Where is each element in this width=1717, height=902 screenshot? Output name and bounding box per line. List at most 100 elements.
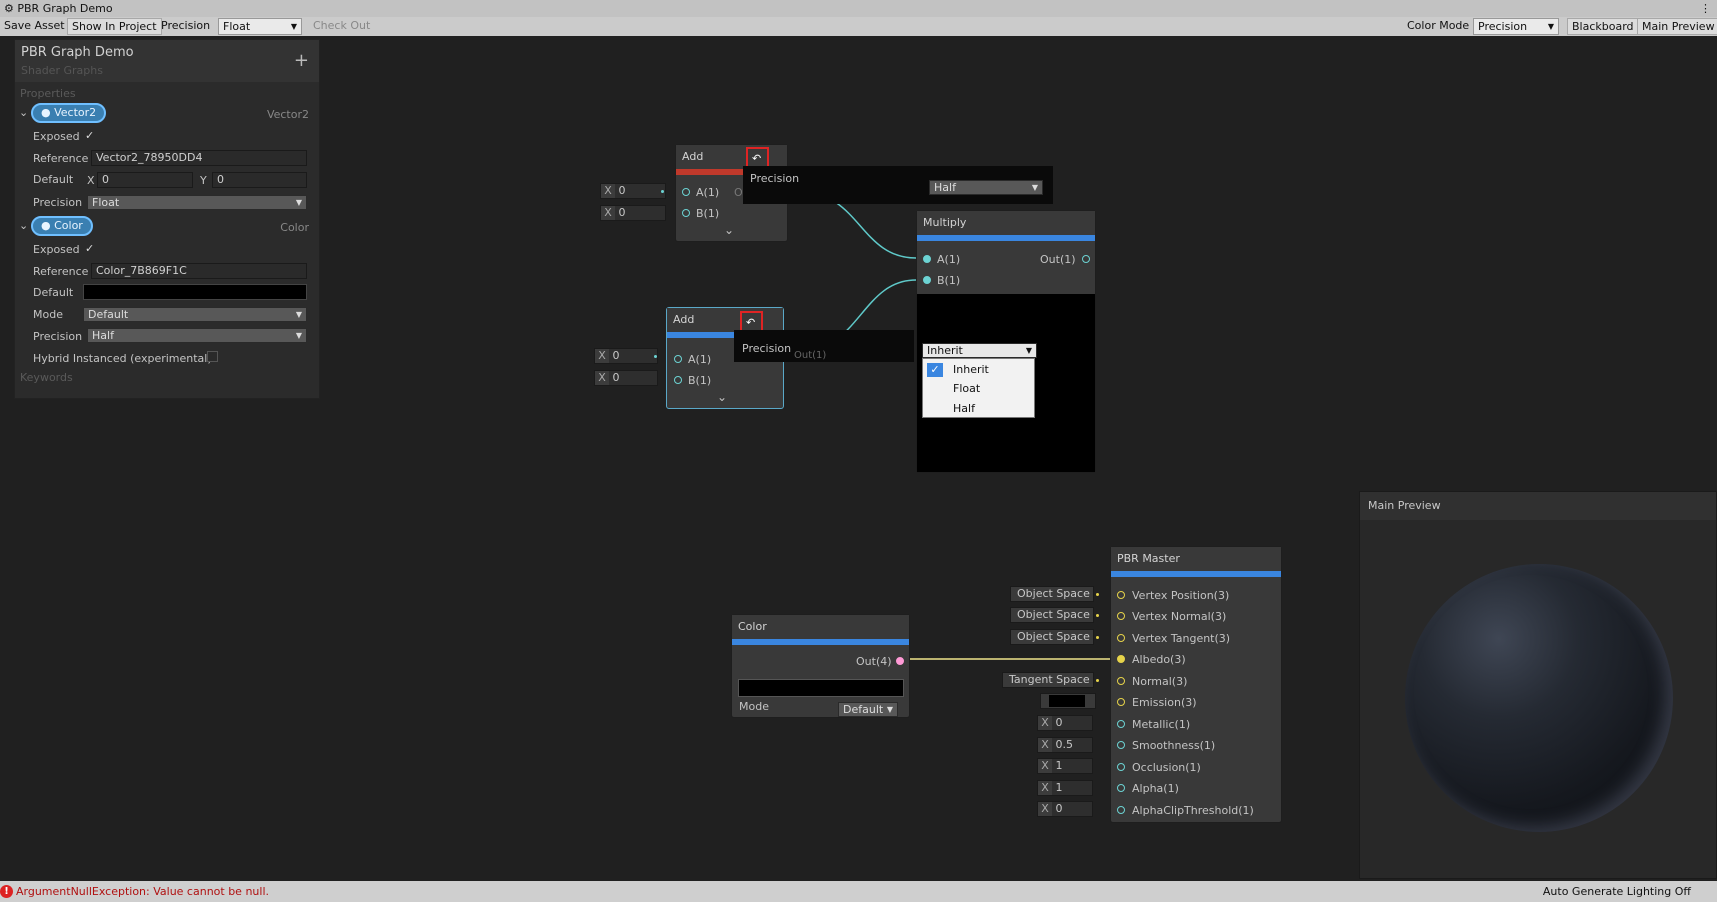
connector-dot [661, 190, 664, 193]
output-port[interactable] [1082, 255, 1090, 263]
vertex-normal-space[interactable]: Object Space [1010, 607, 1094, 623]
input-field-a[interactable]: X 0 [600, 183, 666, 199]
emission-color-swatch[interactable] [1049, 695, 1085, 707]
connector-dot [1096, 636, 1099, 639]
input-port-a[interactable] [682, 188, 690, 196]
input-port-a[interactable] [674, 355, 682, 363]
input-port[interactable] [1117, 677, 1125, 685]
port-label-vertex-position: Vertex Position(3) [1132, 589, 1230, 602]
connector-dot [1096, 679, 1099, 682]
metallic-field[interactable]: X 0 [1037, 715, 1093, 731]
precision-color-bar [1111, 571, 1281, 577]
precision-label: Precision [33, 330, 83, 343]
precision-dropdown[interactable]: Inherit ▼ [922, 343, 1037, 358]
multiply-node[interactable]: Multiply A(1) B(1) Out(1) Inherit ▼ ✓ Inh… [916, 210, 1096, 473]
input-port[interactable] [1117, 784, 1125, 792]
output-port[interactable] [896, 657, 904, 665]
mode-dropdown[interactable]: Default ▼ [838, 702, 898, 717]
input-port-b[interactable] [923, 276, 931, 284]
port-label-a: A(1) [696, 186, 720, 199]
node-title: PBR Master [1111, 547, 1281, 571]
exposed-checkbox[interactable]: ✓ [85, 242, 94, 255]
vertex-position-space[interactable]: Object Space [1010, 586, 1094, 602]
add-property-icon[interactable]: + [294, 50, 309, 71]
port-label-vertex-normal: Vertex Normal(3) [1132, 610, 1227, 623]
default-y-field[interactable]: 0 [212, 172, 307, 188]
input-port[interactable] [1117, 591, 1125, 599]
input-field-b[interactable]: X 0 [594, 370, 658, 386]
mode-dropdown[interactable]: Default ▼ [83, 307, 307, 322]
precision-label: Precision [742, 342, 792, 355]
port-label-a: A(1) [688, 353, 712, 366]
chevron-down-icon: ▼ [295, 310, 302, 319]
emission-input[interactable] [1040, 693, 1096, 709]
vector2-property-pill[interactable]: ● Vector2 [31, 103, 107, 123]
vector2-precision-dropdown[interactable]: Float ▼ [87, 195, 307, 210]
collapse-chevron-icon[interactable]: ⌄ [717, 390, 727, 404]
alpha-field[interactable]: X 1 [1037, 780, 1093, 796]
error-message[interactable]: ArgumentNullException: Value cannot be n… [16, 881, 269, 902]
chevron-down-icon: ▼ [295, 198, 302, 207]
port-label-albedo: Albedo(3) [1132, 653, 1186, 666]
blackboard-panel: PBR Graph Demo Shader Graphs + Propertie… [14, 39, 320, 399]
precision-color-bar [732, 639, 909, 645]
menu-item-float[interactable]: Float [953, 382, 980, 395]
precision-dropdown[interactable]: Half ▼ [929, 180, 1043, 195]
port-label-emission: Emission(3) [1132, 696, 1197, 709]
occlusion-field[interactable]: X 1 [1037, 758, 1093, 774]
input-port[interactable] [1117, 720, 1125, 728]
collapse-chevron-icon[interactable]: ⌄ [724, 223, 734, 237]
input-port[interactable] [1117, 612, 1125, 620]
input-field-b[interactable]: X 0 [600, 205, 666, 221]
input-port-a[interactable] [923, 255, 931, 263]
port-label-alpha-clip: AlphaClipThreshold(1) [1132, 804, 1254, 817]
precision-toggle-icon[interactable]: ↶ [752, 152, 761, 165]
reference-field[interactable]: Color_7B869F1C [91, 263, 307, 279]
input-port-b[interactable] [674, 376, 682, 384]
port-label-b: B(1) [696, 207, 720, 220]
alpha-clip-field[interactable]: X 0 [1037, 801, 1093, 817]
precision-label: Precision [750, 172, 800, 185]
input-port-b[interactable] [682, 209, 690, 217]
preview-sphere[interactable] [1405, 564, 1673, 832]
input-port[interactable] [1117, 655, 1125, 663]
pbr-master-node[interactable]: PBR Master Vertex Position(3) Vertex Nor… [1110, 546, 1282, 823]
reference-label: Reference [33, 152, 89, 165]
menu-item-half[interactable]: Half [953, 402, 975, 415]
input-port[interactable] [1117, 634, 1125, 642]
color-node[interactable]: Color Out(4) Mode Default ▼ [731, 614, 910, 718]
port-label-b: B(1) [937, 274, 961, 287]
input-port[interactable] [1117, 741, 1125, 749]
input-port[interactable] [1117, 698, 1125, 706]
input-port[interactable] [1117, 806, 1125, 814]
precision-toggle-icon[interactable]: ↶ [746, 316, 755, 329]
main-preview-title: Main Preview [1360, 492, 1716, 520]
input-port[interactable] [1117, 763, 1125, 771]
input-field-a[interactable]: X 0 [594, 348, 658, 364]
default-x-field[interactable]: 0 [97, 172, 193, 188]
main-preview-panel: Main Preview [1359, 491, 1717, 879]
x-label: X [87, 174, 95, 187]
port-label-occlusion: Occlusion(1) [1132, 761, 1201, 774]
hybrid-instanced-checkbox[interactable] [207, 351, 218, 362]
smoothness-field[interactable]: X 0.5 [1037, 737, 1093, 753]
color-swatch[interactable] [738, 679, 904, 697]
chevron-down-icon[interactable]: ⌄ [19, 219, 28, 232]
exposed-checkbox[interactable]: ✓ [85, 129, 94, 142]
default-color-swatch[interactable] [83, 284, 307, 300]
chevron-down-icon[interactable]: ⌄ [19, 106, 28, 119]
output-label: Out(1) [1040, 253, 1076, 266]
reference-field[interactable]: Vector2_78950DD4 [91, 150, 307, 166]
color-property-pill[interactable]: ● Color [31, 216, 93, 236]
menu-item-inherit[interactable]: Inherit [953, 363, 989, 376]
output-label: Out(4) [856, 655, 892, 668]
precision-popup: Precision Out(1) [734, 330, 914, 362]
lighting-status: Auto Generate Lighting Off [1542, 885, 1691, 898]
mode-label: Mode [739, 700, 769, 713]
default-label: Default [33, 286, 74, 299]
color-precision-dropdown[interactable]: Half ▼ [87, 328, 307, 343]
exposed-label: Exposed [33, 130, 80, 143]
vertex-tangent-space[interactable]: Object Space [1010, 629, 1094, 645]
precision-dropdown-menu: ✓ Inherit Float Half [922, 358, 1035, 418]
normal-space[interactable]: Tangent Space [1002, 672, 1094, 688]
